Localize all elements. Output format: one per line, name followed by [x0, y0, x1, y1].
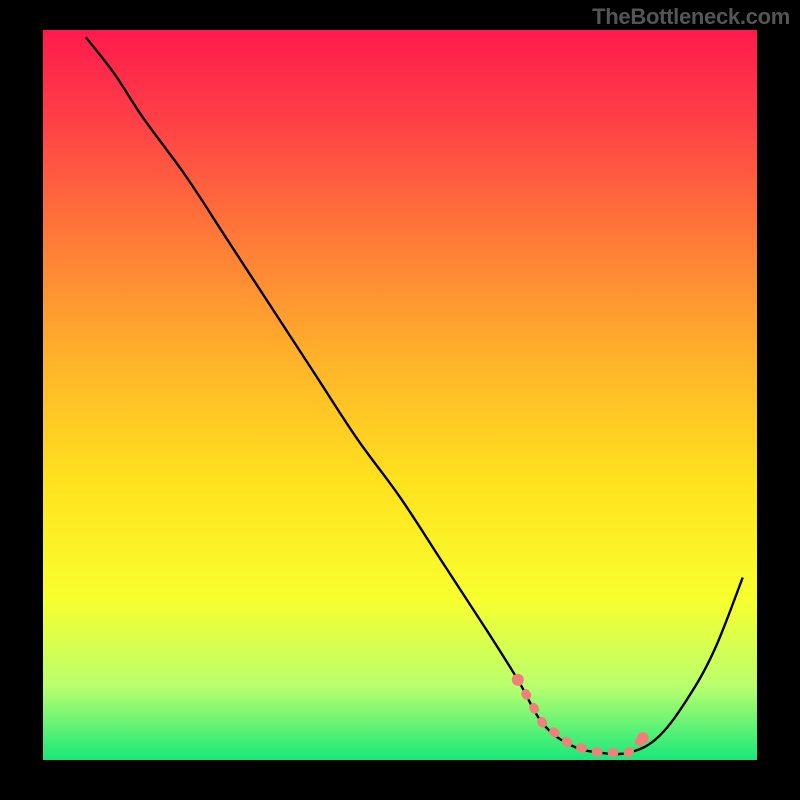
chart-frame: TheBottleneck.com — [0, 0, 800, 800]
optimal-zone-endpoint — [512, 674, 524, 686]
chart-svg — [0, 0, 800, 800]
plot-background — [43, 30, 757, 760]
optimal-zone-endpoint — [637, 732, 649, 744]
